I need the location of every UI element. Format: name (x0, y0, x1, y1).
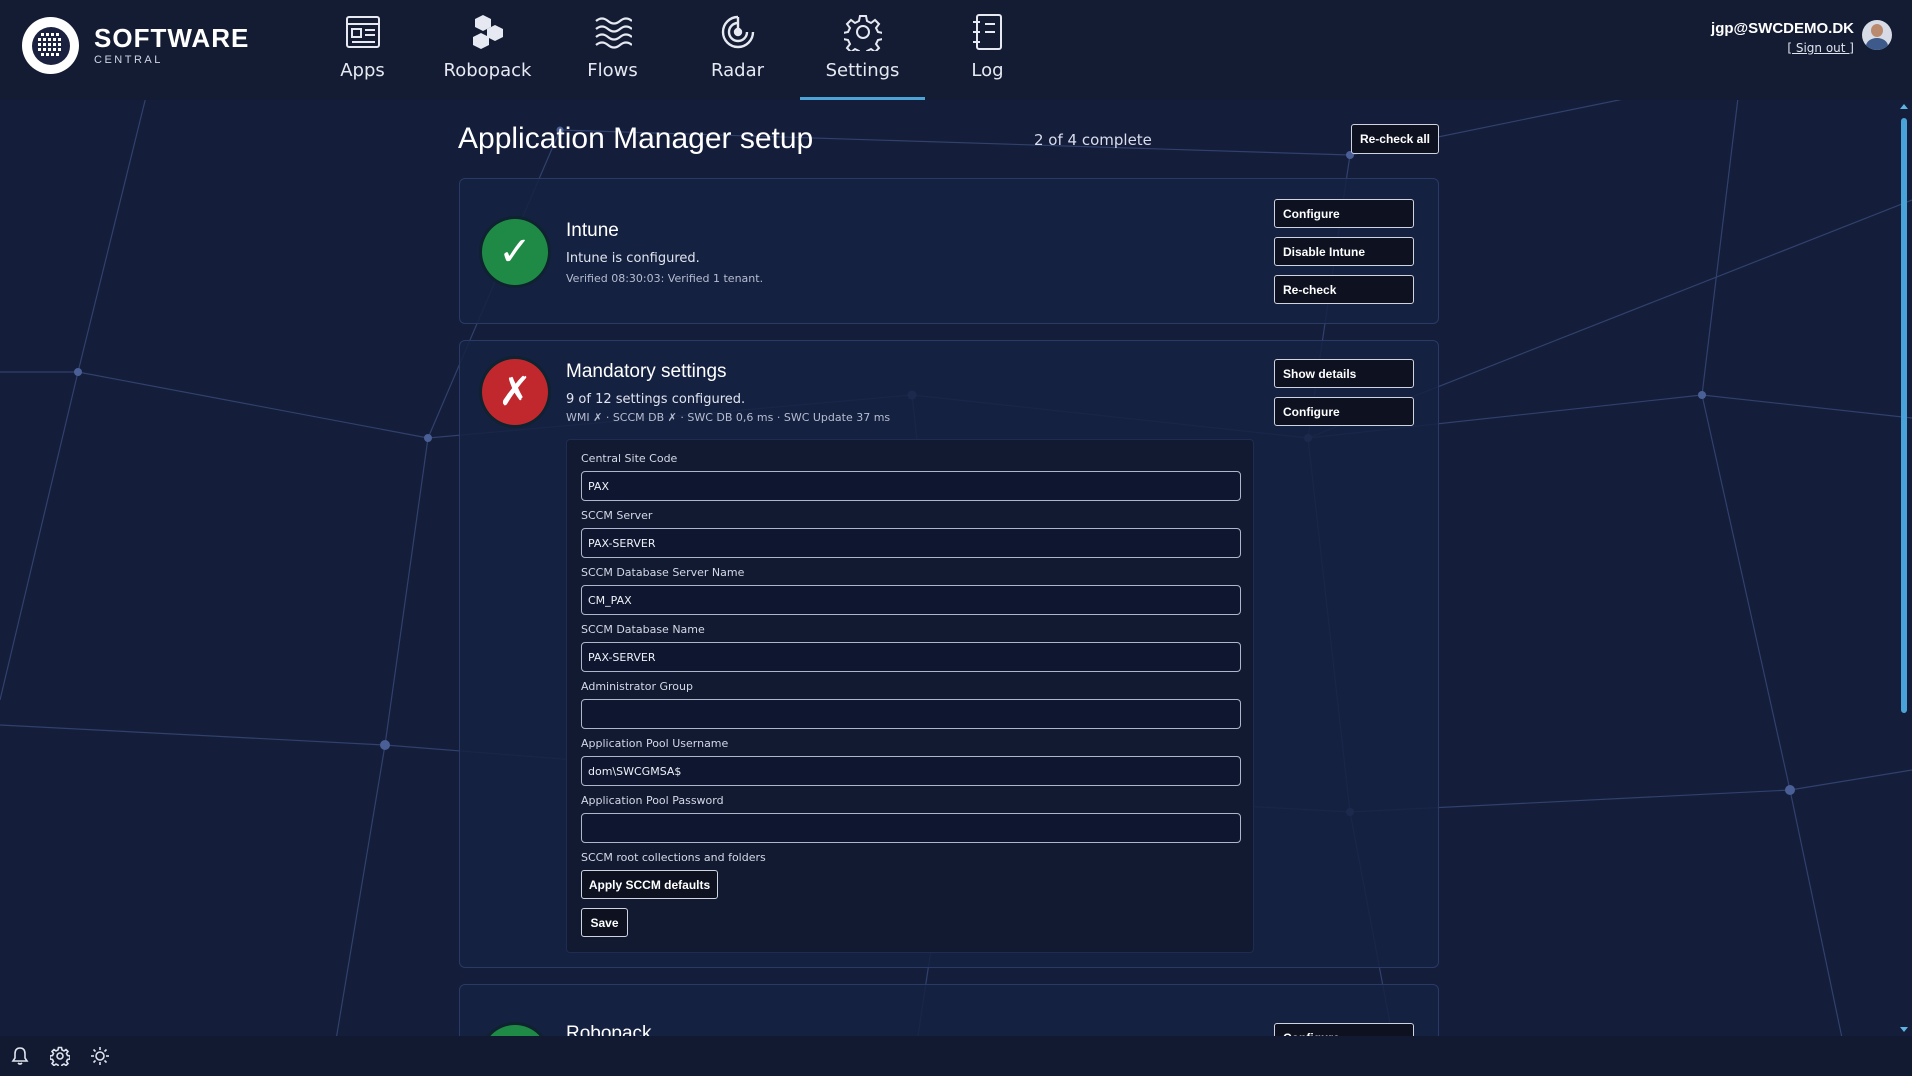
logo-mark-icon (22, 17, 79, 74)
nav-item-robopack[interactable]: Robopack (425, 0, 550, 100)
software-central-logo[interactable]: SOFTWARE CENTRAL (22, 17, 249, 74)
gear-icon[interactable] (50, 1046, 70, 1066)
sccm-server-input[interactable]: PAX-SERVER (581, 528, 1241, 558)
nav-label-flows: Flows (587, 60, 638, 81)
pool-username-input[interactable]: dom\SWCGMSA$ (581, 756, 1241, 786)
page-title: Application Manager setup (458, 122, 814, 155)
log-icon (973, 14, 1002, 50)
sccm-db-server-label: SCCM Database Server Name (581, 566, 745, 579)
apply-sccm-defaults-button[interactable]: Apply SCCM defaults (581, 870, 718, 899)
nav-label-apps: Apps (340, 60, 385, 81)
sccm-db-name-label: SCCM Database Name (581, 623, 705, 636)
main-nav: Apps Robopack Flows Radar Settings Log (300, 0, 1050, 100)
sccm-server-label: SCCM Server (581, 509, 653, 522)
intune-recheck-button[interactable]: Re-check (1274, 275, 1414, 304)
nav-label-robopack: Robopack (443, 60, 532, 81)
setup-progress-text: 2 of 4 complete (1034, 131, 1152, 149)
nav-item-apps[interactable]: Apps (300, 0, 425, 100)
pool-password-label: Application Pool Password (581, 794, 724, 807)
logo-subtitle: CENTRAL (94, 54, 163, 66)
scroll-down-arrow-icon[interactable] (1900, 1027, 1908, 1032)
logo-word: SOFTWARE (94, 23, 250, 53)
nav-item-log[interactable]: Log (925, 0, 1050, 100)
scroll-up-arrow-icon[interactable] (1900, 104, 1908, 109)
intune-detail: Verified 08:30:03: Verified 1 tenant. (566, 272, 764, 285)
recheck-all-button[interactable]: Re-check all (1351, 124, 1439, 154)
intune-configure-button[interactable]: Configure (1274, 199, 1414, 228)
error-x-icon: ✗ (482, 359, 548, 425)
top-navigation-bar: SOFTWARE CENTRAL Apps Robopack Flows Rad… (0, 0, 1912, 100)
pool-password-input[interactable] (581, 813, 1241, 843)
flows-icon (595, 17, 632, 49)
settings-form: Central Site Code PAX SCCM Server PAX-SE… (566, 439, 1254, 953)
scroll-thumb[interactable] (1901, 118, 1907, 713)
robopack-icon (473, 15, 503, 49)
main-content: Application Manager setup 2 of 4 complet… (0, 100, 1912, 1076)
admin-group-label: Administrator Group (581, 680, 693, 693)
mandatory-settings-card: ✗ Mandatory settings 9 of 12 settings co… (459, 340, 1439, 968)
mandatory-title: Mandatory settings (566, 361, 727, 382)
sign-out-link[interactable]: [ Sign out ] (1787, 41, 1854, 55)
gear-icon (844, 15, 882, 51)
central-site-code-label: Central Site Code (581, 452, 678, 465)
radar-icon (721, 15, 755, 49)
sccm-db-name-input[interactable]: PAX-SERVER (581, 642, 1241, 672)
apps-icon (346, 16, 380, 48)
nav-label-radar: Radar (711, 60, 764, 81)
sccm-db-server-input[interactable]: CM_PAX (581, 585, 1241, 615)
nav-label-settings: Settings (825, 60, 900, 81)
nav-label-log: Log (971, 60, 1004, 81)
sun-theme-icon[interactable] (90, 1046, 110, 1066)
nav-item-flows[interactable]: Flows (550, 0, 675, 100)
show-details-button[interactable]: Show details (1274, 359, 1414, 388)
mandatory-configure-button[interactable]: Configure (1274, 397, 1414, 426)
user-menu: jgp@SWCDEMO.DK [ Sign out ] (1711, 20, 1892, 56)
central-site-code-input[interactable]: PAX (581, 471, 1241, 501)
mandatory-status: 9 of 12 settings configured. (566, 392, 746, 407)
root-collections-label: SCCM root collections and folders (581, 851, 766, 864)
nav-item-radar[interactable]: Radar (675, 0, 800, 100)
nav-item-settings[interactable]: Settings (800, 0, 925, 100)
admin-group-input[interactable] (581, 699, 1241, 729)
pool-username-label: Application Pool Username (581, 737, 729, 750)
intune-status: Intune is configured. (566, 251, 700, 266)
avatar[interactable] (1862, 20, 1892, 50)
mandatory-detail: WMI ✗ · SCCM DB ✗ · SWC DB 0,6 ms · SWC … (566, 411, 891, 424)
disable-intune-button[interactable]: Disable Intune (1274, 237, 1414, 266)
save-button[interactable]: Save (581, 908, 628, 937)
bell-icon[interactable] (10, 1046, 30, 1066)
check-icon: ✓ (482, 219, 548, 285)
intune-title: Intune (566, 220, 619, 241)
intune-card: ✓ Intune Intune is configured. Verified … (459, 178, 1439, 324)
bottom-toolbar (0, 1036, 1912, 1076)
user-email: jgp@SWCDEMO.DK (1711, 20, 1854, 37)
page-scrollbar[interactable] (1900, 104, 1908, 1032)
